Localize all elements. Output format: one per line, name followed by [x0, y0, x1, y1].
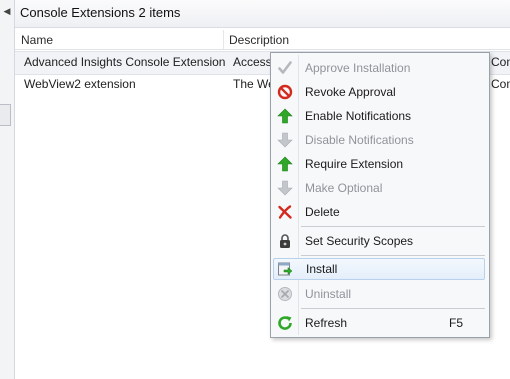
uninstall-icon — [277, 286, 293, 302]
menu-item-label: Set Security Scopes — [305, 234, 414, 248]
menu-item-label: Uninstall — [305, 287, 352, 301]
arrow-up-icon — [277, 108, 293, 124]
menu-separator — [301, 308, 485, 309]
no-entry-icon — [277, 84, 293, 100]
arrow-down-icon — [277, 132, 293, 148]
navigation-pane-edge: ◀ — [0, 0, 15, 379]
menu-item-require-extension[interactable]: Require Extension — [273, 153, 485, 175]
menu-item-refresh[interactable]: Refresh F5 — [273, 312, 485, 334]
menu-item-disable-notifications[interactable]: Disable Notifications — [273, 129, 485, 151]
row-description: Access — [233, 55, 272, 69]
menu-item-label: Disable Notifications — [305, 133, 414, 147]
row-description: The We — [233, 77, 275, 91]
context-menu: Approve Installation Revoke Approval Ena… — [270, 52, 490, 338]
menu-item-label: Require Extension — [305, 157, 404, 171]
menu-item-label: Delete — [305, 205, 340, 219]
column-header-name[interactable]: Name — [21, 33, 53, 47]
menu-item-make-optional[interactable]: Make Optional — [273, 177, 485, 199]
arrow-down-icon — [277, 180, 293, 196]
menu-item-delete[interactable]: Delete — [273, 201, 485, 223]
navigation-pane-tab[interactable] — [0, 104, 11, 126]
lock-icon — [277, 233, 293, 249]
results-header: Console Extensions 2 items — [15, 0, 510, 28]
row-name: Advanced Insights Console Extension — [24, 55, 226, 69]
column-header-description[interactable]: Description — [229, 33, 289, 47]
menu-separator — [301, 226, 485, 227]
menu-item-approve-installation[interactable]: Approve Installation — [273, 57, 485, 79]
menu-item-set-security-scopes[interactable]: Set Security Scopes — [273, 230, 485, 252]
menu-item-shortcut: F5 — [448, 316, 463, 330]
menu-item-enable-notifications[interactable]: Enable Notifications — [273, 105, 485, 127]
menu-item-label: Make Optional — [305, 181, 383, 195]
row-name: WebView2 extension — [24, 77, 136, 91]
menu-item-install[interactable]: Install — [273, 258, 485, 280]
menu-item-uninstall[interactable]: Uninstall — [273, 283, 485, 305]
menu-item-label: Refresh — [305, 316, 348, 330]
refresh-icon — [277, 315, 293, 331]
arrow-up-icon — [277, 156, 293, 172]
install-icon — [277, 261, 293, 277]
row-extra: Com — [491, 77, 510, 91]
checkmark-icon — [277, 60, 293, 76]
column-divider[interactable] — [223, 30, 224, 49]
menu-item-label: Enable Notifications — [305, 109, 412, 123]
menu-item-label: Revoke Approval — [305, 85, 396, 99]
menu-item-label: Approve Installation — [305, 61, 411, 75]
menu-separator — [301, 255, 485, 256]
page-title: Console Extensions 2 items — [20, 5, 181, 20]
menu-item-label: Install — [306, 262, 338, 276]
collapse-arrow-icon[interactable]: ◀ — [3, 6, 11, 16]
menu-item-revoke-approval[interactable]: Revoke Approval — [273, 81, 485, 103]
delete-x-icon — [277, 204, 293, 220]
row-extra: Cons — [491, 55, 510, 69]
column-header-row: Name Description — [15, 30, 510, 50]
